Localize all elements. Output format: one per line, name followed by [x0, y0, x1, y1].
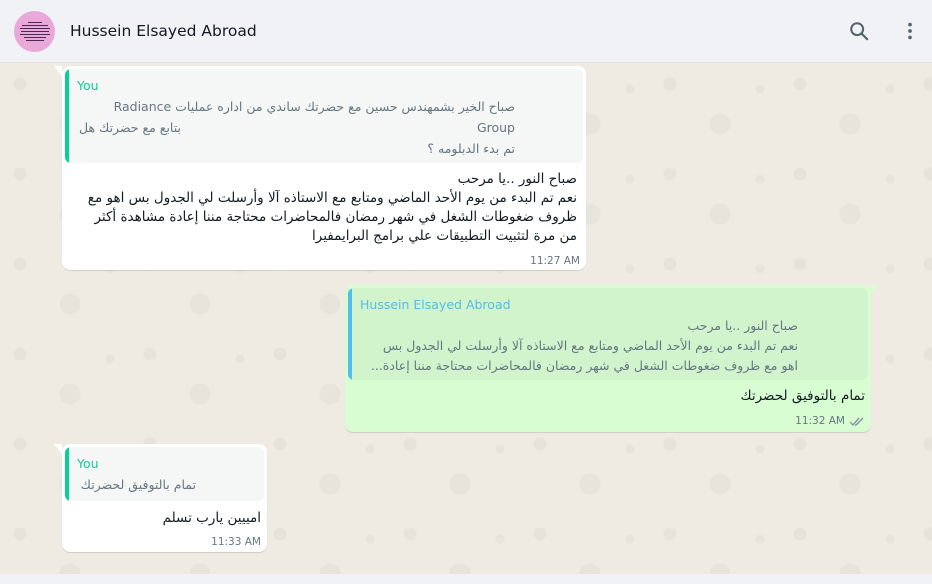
message-timestamp: 11:32 AM: [795, 415, 845, 427]
quoted-message[interactable]: Hussein Elsayed Abroad صباح النور ..يا م…: [348, 288, 868, 380]
quote-text-fragment: بتابع مع حضرتك هل: [79, 120, 181, 135]
search-icon[interactable]: [848, 20, 870, 42]
message-bubble-outgoing[interactable]: Hussein Elsayed Abroad صباح النور ..يا م…: [345, 285, 871, 432]
quote-accent-bar: [65, 69, 69, 163]
quote-text-line: نعم تم البدء من يوم الأحد الماضي ومتابع …: [382, 338, 798, 353]
message-text-line: من مرة لتثبيت التطبيقات علي برامج البراي…: [312, 228, 577, 244]
quote-text-fragment: Group: [476, 120, 515, 135]
message-text-line: تمام بالتوفيق لحضرتك: [740, 388, 865, 404]
quote-author: You: [77, 456, 99, 471]
message-text-line: امييين يارب تسلم: [162, 510, 261, 526]
contact-avatar[interactable]: [14, 11, 55, 52]
bubble-tail: [54, 66, 62, 76]
message-bubble-incoming[interactable]: You صباح الخير بشمهندس حسين مع حضرتك سان…: [62, 66, 586, 270]
message-timestamp: 11:33 AM: [211, 536, 261, 548]
avatar-text-art: [19, 22, 50, 41]
message-text-line: ظروف ضغوطات الشغل في شهر رمضان فالمحاضرا…: [94, 209, 577, 225]
contact-name[interactable]: Hussein Elsayed Abroad: [70, 22, 257, 40]
quote-accent-bar: [348, 288, 352, 380]
quoted-message[interactable]: You تمام بالتوفيق لحضرتك: [65, 447, 264, 501]
quote-text-line: تم بدء الدبلومه ؟: [427, 141, 515, 156]
quote-accent-bar: [65, 447, 69, 501]
quote-text-line: صباح الخير بشمهندس حسين مع حضرتك ساندي م…: [113, 99, 515, 114]
bubble-tail: [54, 444, 62, 454]
message-text-line: صباح النور ..يا مرحب: [457, 171, 577, 187]
bubble-tail: [870, 285, 878, 295]
quote-author: You: [77, 78, 99, 93]
message-timestamp: 11:27 AM: [530, 255, 580, 267]
quoted-message[interactable]: You صباح الخير بشمهندس حسين مع حضرتك سان…: [65, 69, 583, 163]
quote-text-line: صباح النور ..يا مرحب: [687, 318, 798, 333]
quote-text-line: Group بتابع مع حضرتك هل: [79, 120, 515, 135]
quote-author: Hussein Elsayed Abroad: [360, 297, 511, 312]
message-text-line: نعم تم البدء من يوم الأحد الماضي ومتابع …: [87, 190, 577, 206]
kebab-menu-icon[interactable]: [899, 20, 921, 42]
composer-bar-edge: [0, 574, 932, 584]
chat-header: Hussein Elsayed Abroad: [0, 0, 932, 63]
read-receipt-icon: [849, 417, 864, 427]
quote-text-line: تمام بالتوفيق لحضرتك: [80, 477, 196, 492]
quote-text-line: اهو مع ظروف ضغوطات الشغل في شهر رمضان فا…: [370, 358, 798, 373]
message-bubble-incoming[interactable]: You تمام بالتوفيق لحضرتك امييين يارب تسل…: [62, 444, 267, 552]
